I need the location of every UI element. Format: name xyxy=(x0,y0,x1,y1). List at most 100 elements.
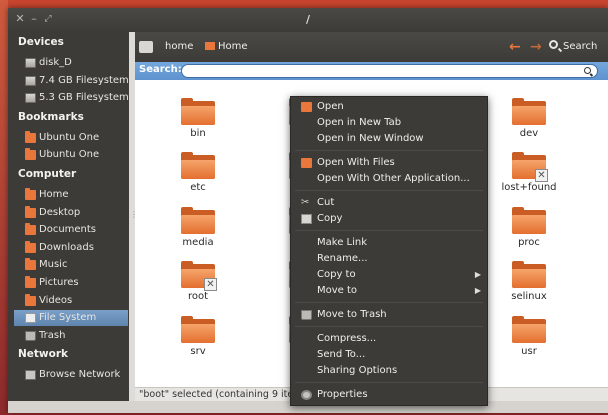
menu-separator xyxy=(295,230,483,231)
menu-item-move-to[interactable]: Move to ▶ xyxy=(291,283,487,299)
folder-name: dev xyxy=(519,128,539,139)
folder-item[interactable]: proc xyxy=(494,207,564,261)
folder-icon xyxy=(25,223,36,236)
search-label: Search: xyxy=(139,64,182,75)
folder-name: lost+found xyxy=(501,182,557,193)
copy-icon xyxy=(301,214,312,224)
desktop-icon xyxy=(25,205,36,218)
menu-item-open-with-files[interactable]: Open With Files xyxy=(291,155,487,171)
sidebar-item-7-4-gb-filesystem[interactable]: 7.4 GB Filesystem xyxy=(14,73,129,89)
folder-item[interactable]: ✕ lost+found xyxy=(494,152,564,206)
menu-item-open[interactable]: Open xyxy=(291,99,487,115)
cut-icon: ✂ xyxy=(301,197,310,208)
menu-item-properties[interactable]: Properties xyxy=(291,387,487,403)
home-folder-icon xyxy=(205,42,215,50)
folder-icon xyxy=(25,240,36,253)
sidebar-item-5-3-gb-filesystem[interactable]: 5.3 GB Filesystem xyxy=(14,90,129,106)
search-input[interactable] xyxy=(181,64,598,78)
folder-name: bin xyxy=(190,128,206,139)
sidebar-item-ubuntu-one[interactable]: Ubuntu One xyxy=(14,130,128,146)
menu-item-sharing-options[interactable]: Sharing Options xyxy=(291,363,487,379)
menu-separator xyxy=(295,326,483,327)
menu-item-label: Compress... xyxy=(317,333,377,344)
menu-item-open-with-other-application[interactable]: Open With Other Application... xyxy=(291,171,487,187)
folder-item[interactable]: dev xyxy=(494,98,564,152)
breadcrumb-label: Home xyxy=(218,41,248,52)
folder-name: srv xyxy=(190,346,206,357)
sidebar-item-home[interactable]: Home xyxy=(14,187,128,203)
sidebar-item-music[interactable]: Music xyxy=(14,257,128,273)
sidebar-item-browse-network[interactable]: Browse Network xyxy=(14,367,128,383)
folder-name: etc xyxy=(190,182,206,193)
menu-item-compress[interactable]: Compress... xyxy=(291,331,487,347)
folder-icon xyxy=(25,276,36,288)
sidebar-item-pictures[interactable]: Pictures xyxy=(14,275,128,291)
breadcrumb-Home[interactable]: Home xyxy=(205,40,248,56)
folder-name: usr xyxy=(521,346,537,357)
submenu-arrow-icon: ▶ xyxy=(474,270,481,279)
properties-icon xyxy=(301,390,312,400)
folder-item[interactable]: selinux xyxy=(494,261,564,315)
folder-icon xyxy=(512,316,546,343)
folder-item[interactable]: usr xyxy=(494,316,564,370)
menu-item-label: Open xyxy=(317,101,344,112)
sidebar-item-documents[interactable]: Documents xyxy=(14,222,128,238)
folder-name: media xyxy=(182,237,214,248)
sidebar-heading: Computer xyxy=(18,168,77,180)
sidebar-item-videos[interactable]: Videos xyxy=(14,293,128,309)
breadcrumb-home[interactable]: home xyxy=(165,40,193,56)
back-arrow-icon[interactable]: ← xyxy=(509,39,521,55)
folder-icon xyxy=(181,98,215,125)
sidebar-heading: Devices xyxy=(18,36,64,48)
sidebar-item-desktop[interactable]: Desktop xyxy=(14,205,128,221)
menu-item-label: Properties xyxy=(317,389,368,400)
menu-separator xyxy=(295,150,483,151)
drive-crumb-icon[interactable] xyxy=(139,41,153,53)
trash-icon xyxy=(301,310,312,320)
drive-icon xyxy=(25,75,36,86)
menu-item-label: Make Link xyxy=(317,237,367,248)
folder-item[interactable]: etc xyxy=(163,152,233,206)
menu-item-label: Move to xyxy=(317,285,358,296)
home-folder-icon xyxy=(25,188,36,200)
sidebar-item-downloads[interactable]: Downloads xyxy=(14,240,128,256)
toolbar: home Home ← → Search xyxy=(135,32,608,62)
sidebar-item-label: Desktop xyxy=(39,206,81,218)
sidebar-item-ubuntu-one[interactable]: Ubuntu One xyxy=(14,147,128,163)
search-button-label: Search xyxy=(563,41,598,52)
title-bar: ✕ – ⤢ / xyxy=(8,8,608,32)
menu-item-copy-to[interactable]: Copy to ▶ xyxy=(291,267,487,283)
folder-item[interactable]: srv xyxy=(163,316,233,370)
menu-item-cut[interactable]: ✂ Cut xyxy=(291,195,487,211)
menu-item-label: Open in New Window xyxy=(317,133,424,144)
sidebar-item-file-system[interactable]: File System xyxy=(14,310,128,327)
folder-icon xyxy=(181,207,215,234)
menu-item-open-in-new-tab[interactable]: Open in New Tab xyxy=(291,115,487,131)
menu-item-label: Copy to xyxy=(317,269,356,280)
menu-item-send-to[interactable]: Send To... xyxy=(291,347,487,363)
sidebar-item-disk-d[interactable]: disk_D xyxy=(14,55,128,71)
menu-item-open-in-new-window[interactable]: Open in New Window xyxy=(291,131,487,147)
folder-name: root xyxy=(187,291,209,302)
sidebar-item-trash[interactable]: Trash xyxy=(14,328,128,344)
menu-item-make-link[interactable]: Make Link xyxy=(291,235,487,251)
sidebar-item-label: Music xyxy=(39,259,68,271)
folder-item[interactable]: media xyxy=(163,207,233,261)
forward-arrow-icon[interactable]: → xyxy=(530,39,542,55)
search-button[interactable]: Search xyxy=(546,37,604,57)
sidebar-item-label: Ubuntu One xyxy=(39,149,100,161)
folder-icon xyxy=(512,261,546,288)
sidebar-item-label: Home xyxy=(39,189,69,200)
search-icon xyxy=(549,40,558,49)
sidebar-heading: Bookmarks xyxy=(18,110,84,123)
menu-item-move-to-trash[interactable]: Move to Trash xyxy=(291,307,487,323)
folder-item[interactable]: bin xyxy=(163,98,233,152)
folder-icon xyxy=(512,207,546,234)
menu-item-rename[interactable]: Rename... xyxy=(291,251,487,267)
menu-separator xyxy=(295,190,483,191)
folder-icon xyxy=(181,152,215,179)
folder-icon xyxy=(301,102,312,112)
folder-item[interactable]: ✕ root xyxy=(163,261,233,315)
menu-item-copy[interactable]: Copy xyxy=(291,211,487,227)
menu-separator xyxy=(295,302,483,303)
